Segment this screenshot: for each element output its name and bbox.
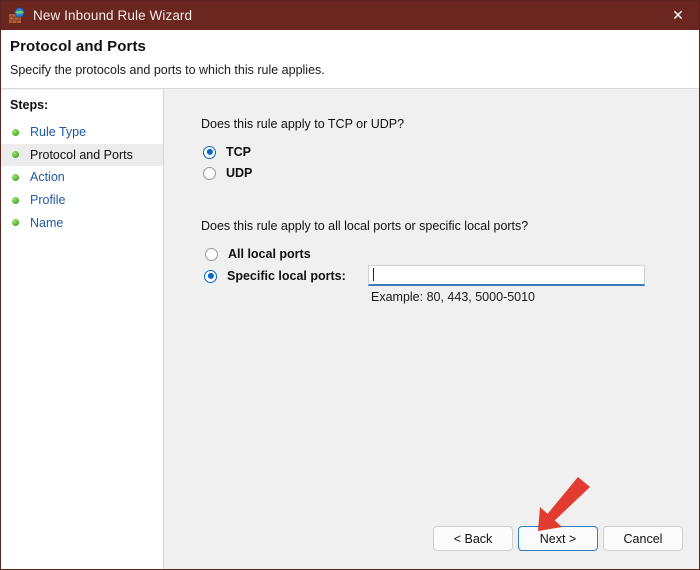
page-subtitle: Specify the protocols and ports to which…	[10, 63, 325, 77]
sidebar-item-profile[interactable]: Profile	[1, 189, 163, 212]
sidebar-item-label: Rule Type	[30, 125, 87, 140]
radio-indicator-icon	[205, 247, 218, 261]
page-header: Protocol and Ports Specify the protocols…	[1, 30, 699, 89]
radio-label: UDP	[226, 166, 253, 180]
steps-sidebar: Steps: Rule Type Protocol and Ports Acti…	[1, 90, 164, 569]
ports-question-label: Does this rule apply to all local ports …	[201, 219, 529, 233]
protocol-question-label: Does this rule apply to TCP or UDP?	[201, 117, 405, 131]
page-title: Protocol and Ports	[10, 38, 146, 55]
radio-option-tcp[interactable]: TCP	[203, 145, 251, 159]
dialog-footer: < Back Next > Cancel	[165, 506, 699, 569]
radio-option-all-local-ports[interactable]: All local ports	[205, 247, 311, 261]
radio-indicator-icon	[203, 166, 216, 180]
back-button[interactable]: < Back	[433, 526, 513, 551]
radio-option-udp[interactable]: UDP	[203, 166, 252, 180]
specific-ports-input-wrapper[interactable]	[368, 265, 645, 286]
text-caret	[373, 268, 374, 281]
step-bullet-icon	[12, 196, 19, 204]
specific-ports-input[interactable]	[368, 265, 645, 286]
new-inbound-rule-wizard-window: New Inbound Rule Wizard ✕ Protocol and P…	[0, 0, 700, 570]
sidebar-item-label: Profile	[30, 193, 66, 208]
close-icon[interactable]: ✕	[655, 1, 699, 30]
steps-list: Rule Type Protocol and Ports Action Prof…	[1, 121, 163, 234]
radio-indicator-icon	[204, 269, 217, 283]
steps-label: Steps:	[10, 98, 49, 112]
sidebar-item-label: Name	[30, 215, 64, 230]
cancel-button[interactable]: Cancel	[603, 526, 683, 551]
step-bullet-icon	[12, 151, 19, 159]
radio-label: Specific local ports:	[227, 269, 346, 283]
step-bullet-icon	[12, 219, 19, 227]
radio-label: All local ports	[228, 247, 311, 261]
next-button[interactable]: Next >	[518, 526, 598, 551]
title-bar: New Inbound Rule Wizard ✕	[1, 1, 699, 30]
radio-indicator-icon	[203, 145, 216, 159]
step-bullet-icon	[12, 173, 19, 181]
window-title: New Inbound Rule Wizard	[33, 8, 193, 23]
sidebar-item-name[interactable]: Name	[1, 211, 163, 234]
sidebar-item-label: Protocol and Ports	[30, 147, 133, 162]
sidebar-item-protocol-and-ports[interactable]: Protocol and Ports	[1, 143, 163, 167]
step-bullet-icon	[12, 128, 19, 136]
radio-label: TCP	[226, 145, 251, 159]
ports-example-hint: Example: 80, 443, 5000-5010	[371, 290, 536, 304]
firewall-globe-icon	[8, 7, 25, 24]
radio-option-specific-local-ports[interactable]: Specific local ports:	[204, 269, 346, 283]
sidebar-item-action[interactable]: Action	[1, 166, 163, 189]
main-content: Does this rule apply to TCP or UDP? TCP …	[165, 90, 699, 569]
sidebar-item-label: Action	[30, 170, 65, 185]
sidebar-item-rule-type[interactable]: Rule Type	[1, 121, 163, 144]
